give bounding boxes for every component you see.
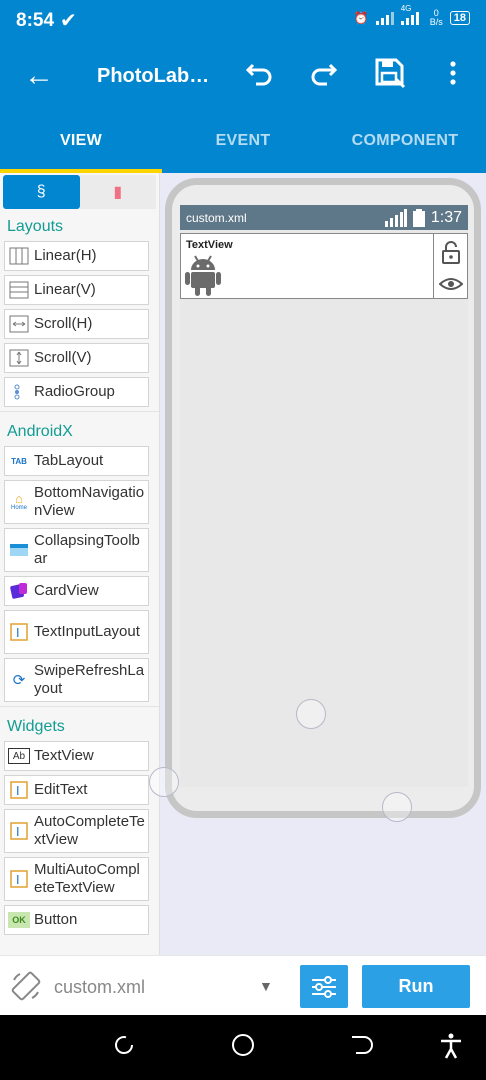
textview-icon: Ab xyxy=(8,748,30,764)
signal-icon xyxy=(375,12,394,25)
widget-palette: § ▮ Layouts Linear(H) Linear(V) Scroll(H… xyxy=(0,173,160,955)
section-widgets: Widgets xyxy=(7,718,65,735)
design-canvas[interactable]: custom.xml 1:37 TextView xyxy=(149,173,486,955)
palette-widgets-icon: § xyxy=(36,183,46,200)
dropdown-arrow-icon[interactable]: ▼ xyxy=(259,978,273,994)
project-title: PhotoLabD... xyxy=(97,65,217,87)
tab-view[interactable]: VIEW xyxy=(0,123,162,173)
home-circle-icon[interactable] xyxy=(231,1033,255,1057)
linear-v-icon xyxy=(8,280,30,300)
bookmark-icon: ▮ xyxy=(113,184,123,201)
refresh-icon: ⟳ xyxy=(12,672,26,689)
autocomplete-icon: I xyxy=(8,821,30,841)
phone-screen[interactable]: custom.xml 1:37 TextView xyxy=(180,205,468,787)
svg-text:I: I xyxy=(16,873,20,887)
section-androidx: AndroidX xyxy=(7,423,73,440)
preview-signal-icon xyxy=(384,208,407,227)
tab-event[interactable]: EVENT xyxy=(162,123,324,173)
linear-h-icon xyxy=(8,246,30,266)
file-selector[interactable]: custom.xml xyxy=(54,977,145,998)
battery-icon: 18 xyxy=(449,11,470,25)
cardview-icon xyxy=(8,581,30,601)
palette-tab-bookmarks[interactable]: ▮ xyxy=(79,175,156,209)
custom-view-root[interactable]: TextView xyxy=(180,233,468,299)
tablayout-icon: TAB xyxy=(11,456,27,466)
palette-item-scroll-h[interactable]: Scroll(H) xyxy=(4,309,149,339)
palette-item-cardview[interactable]: CardView xyxy=(4,576,149,606)
svg-text:I: I xyxy=(16,825,20,839)
status-bar: 8:54 ✔ ⏰ 4G 0 B/s 18 xyxy=(0,0,486,43)
preview-filename: custom.xml xyxy=(186,210,247,225)
status-time: 8:54 xyxy=(16,10,55,31)
palette-item-edittext[interactable]: I EditText xyxy=(4,775,149,805)
tab-component[interactable]: COMPONENT xyxy=(324,123,486,173)
check-icon: ✔ xyxy=(60,10,77,32)
edittext-icon: I xyxy=(8,780,30,800)
bottom-toolbar: custom.xml ▼ Run xyxy=(0,955,486,1015)
collapsing-toolbar-icon xyxy=(8,540,30,560)
lock-icon[interactable] xyxy=(441,240,461,264)
preview-battery-icon xyxy=(412,208,425,227)
android-icon xyxy=(185,255,221,296)
section-layouts: Layouts xyxy=(7,218,64,235)
palette-item-textinputlayout[interactable]: I TextInputLayout xyxy=(4,610,149,654)
properties-button[interactable] xyxy=(300,965,348,1008)
palette-tab-widgets[interactable]: § xyxy=(3,175,80,209)
palette-item-linear-h[interactable]: Linear(H) xyxy=(4,241,149,271)
system-nav-bar xyxy=(0,1015,486,1080)
undo-icon[interactable] xyxy=(244,57,274,94)
eye-icon[interactable] xyxy=(438,276,463,292)
sliders-icon xyxy=(312,975,336,998)
status-icons: ⏰ 4G 0 B/s 18 xyxy=(353,4,470,27)
palette-item-autocompletetextview[interactable]: I AutoCompleteTextView xyxy=(4,809,149,853)
recents-icon[interactable] xyxy=(112,1033,136,1057)
drag-handle[interactable] xyxy=(296,699,326,729)
radiogroup-icon xyxy=(8,382,30,402)
back-arrow-icon[interactable]: ← xyxy=(24,59,54,93)
preview-clock: 1:37 xyxy=(430,208,462,226)
palette-item-linear-v[interactable]: Linear(V) xyxy=(4,275,149,305)
accessibility-icon[interactable] xyxy=(439,1033,463,1059)
app-bar: ← PhotoLabD... VIEW EVENT COMPONENT xyxy=(0,43,486,173)
palette-item-bottomnavigationview[interactable]: ⌂ Home BottomNavigationView xyxy=(4,480,149,524)
preview-status-bar: custom.xml 1:37 xyxy=(180,205,468,230)
palette-item-scroll-v[interactable]: Scroll(V) xyxy=(4,343,149,373)
palette-item-button[interactable]: OK Button xyxy=(4,905,149,935)
drag-handle[interactable] xyxy=(382,792,412,822)
widget-side-panel xyxy=(433,234,467,298)
bottom-navigation-home-icon: ⌂ Home xyxy=(10,491,27,511)
palette-item-tablayout[interactable]: TAB TabLayout xyxy=(4,446,149,476)
scroll-v-icon xyxy=(8,348,30,368)
redo-icon[interactable] xyxy=(309,57,339,94)
more-vert-icon[interactable] xyxy=(446,57,460,94)
alarm-icon: ⏰ xyxy=(353,11,369,25)
multiautocomplete-icon: I xyxy=(8,869,30,889)
palette-item-swiperefreshlayout[interactable]: ⟳ SwipeRefreshLayout xyxy=(4,658,149,702)
run-button[interactable]: Run xyxy=(362,965,470,1008)
scroll-h-icon xyxy=(8,314,30,334)
drag-handle[interactable] xyxy=(149,767,179,797)
back-nav-icon[interactable] xyxy=(348,1033,374,1057)
palette-item-collapsingtoolbar[interactable]: CollapsingToolbar xyxy=(4,528,149,572)
save-icon[interactable] xyxy=(374,57,406,96)
svg-text:I: I xyxy=(16,626,20,640)
button-ok-icon: OK xyxy=(8,912,30,928)
svg-text:I: I xyxy=(16,784,20,798)
rotate-icon[interactable] xyxy=(10,970,42,1002)
signal-4g-icon: 4G xyxy=(400,4,423,25)
palette-item-textview[interactable]: Ab TextView xyxy=(4,741,149,771)
preview-textview[interactable]: TextView xyxy=(186,239,233,251)
palette-item-radiogroup[interactable]: RadioGroup xyxy=(4,377,149,407)
textinputlayout-icon: I xyxy=(8,622,30,642)
speed-indicator: 0 B/s xyxy=(429,8,443,27)
palette-item-multiautocompletetextview[interactable]: I MultiAutoCompleteTextView xyxy=(4,857,149,901)
